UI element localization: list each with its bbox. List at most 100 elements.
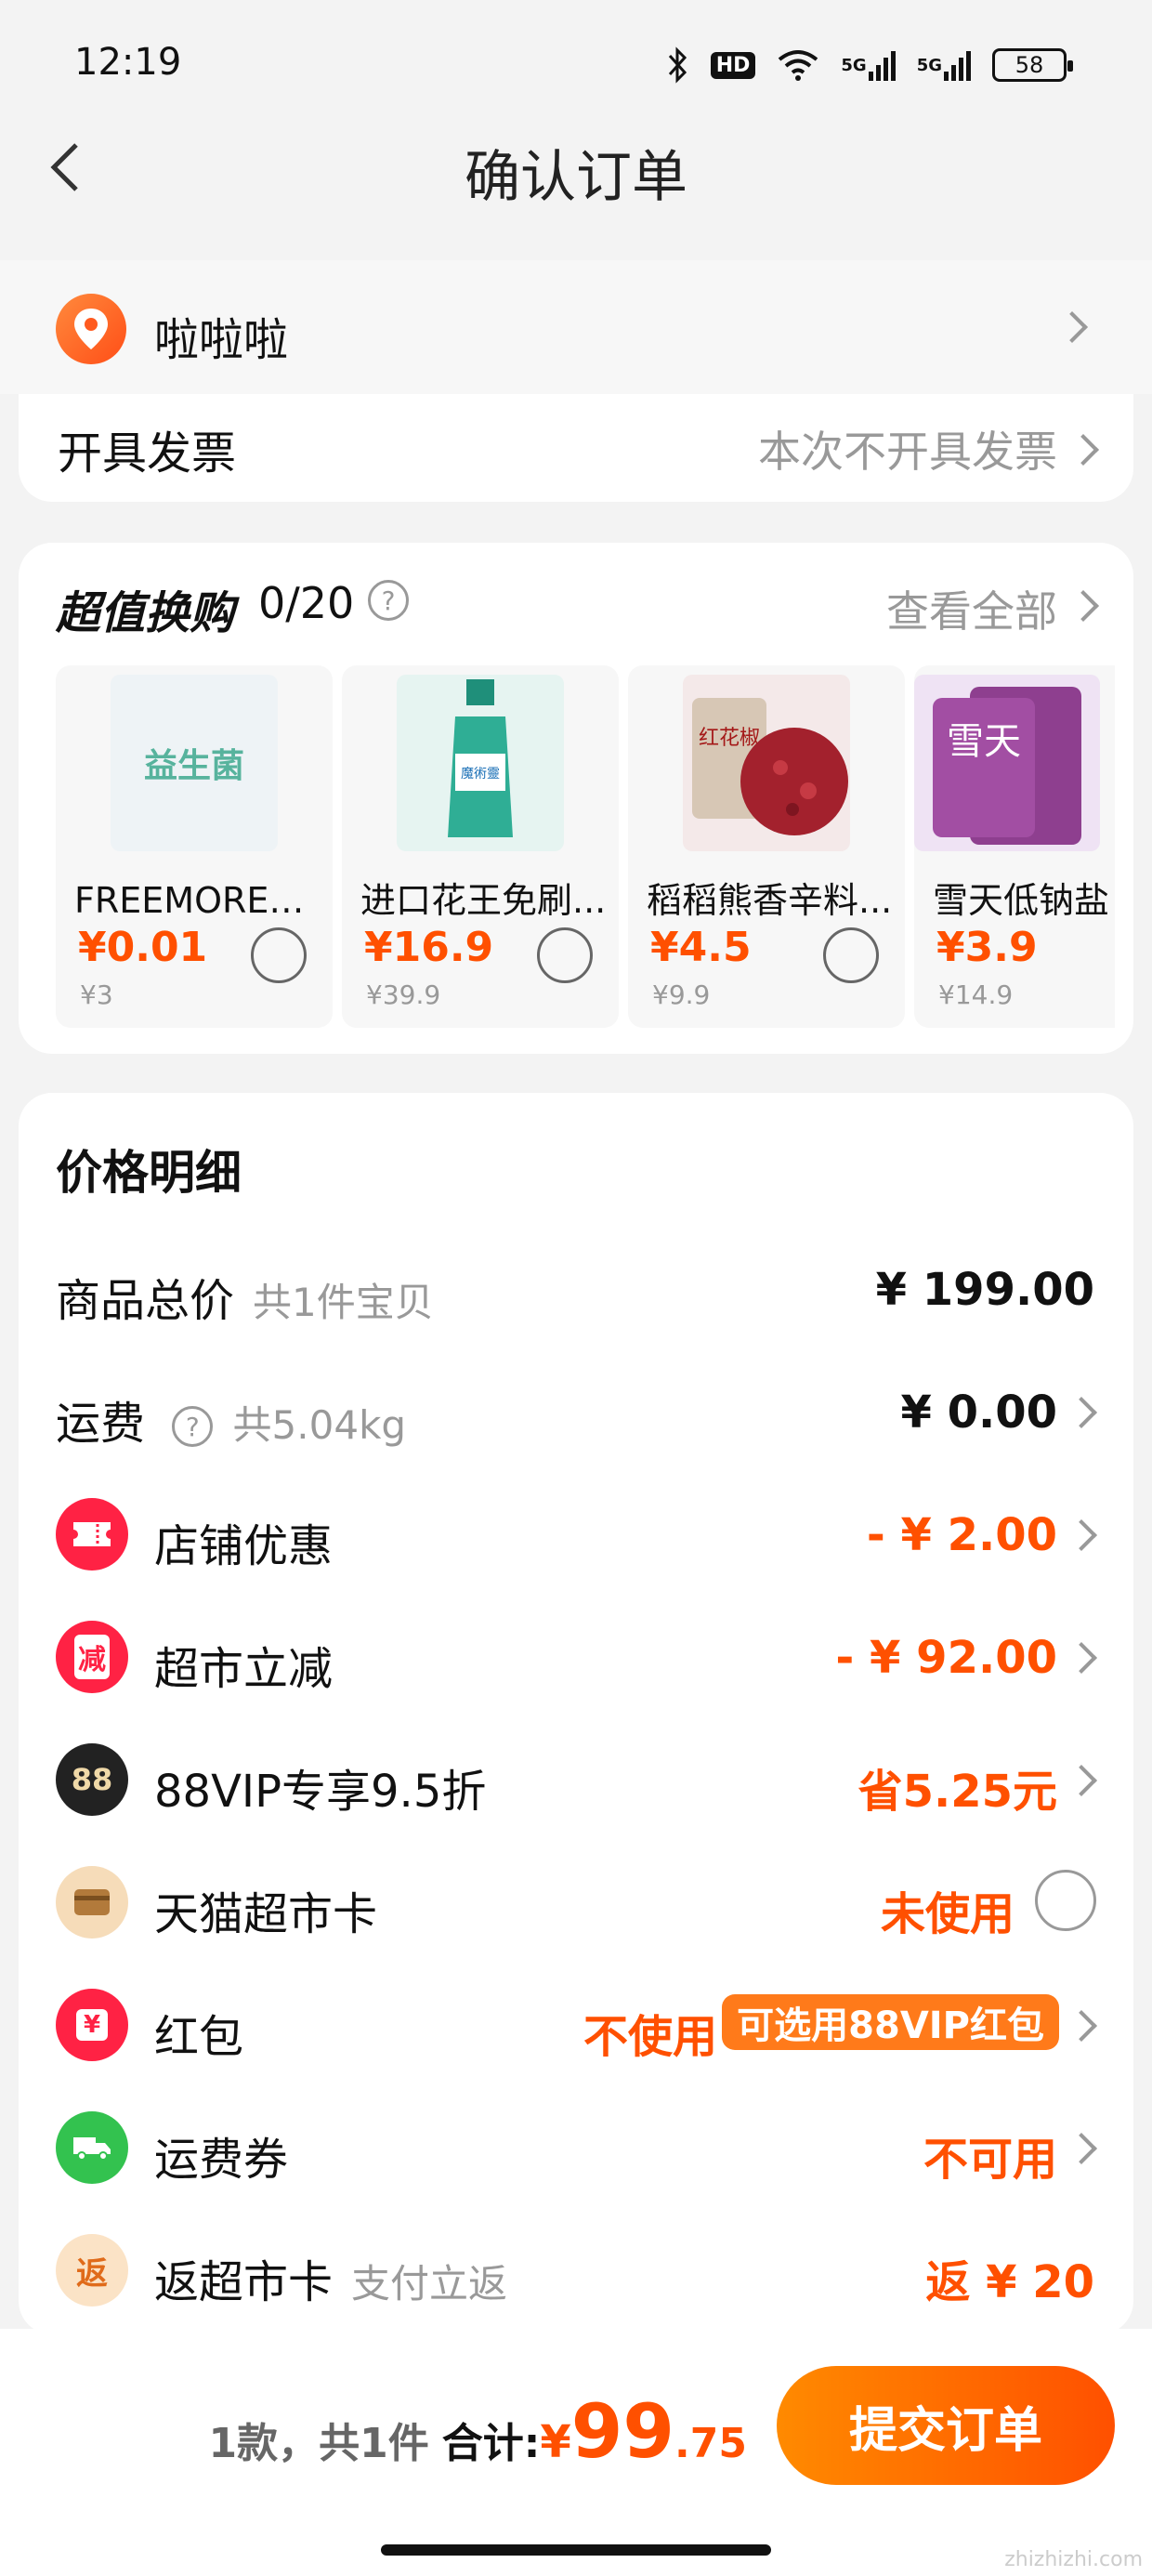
row-freight-coupon[interactable]: 运费券 不可用 [19,2091,1133,2202]
row-value: ¥ 199.00 [875,1264,1094,1316]
location-pin-icon [56,294,126,364]
bargain-section: 超值换购 0/20 ? 查看全部 益生菌 FREEMORE自... ¥0.01 … [19,543,1133,1054]
product-list: 益生菌 FREEMORE自... ¥0.01 ¥3 魔術靈 进口花王免刷... … [56,665,1115,1028]
row-label: 运费券 [154,2134,289,2186]
page-title: 确认订单 [465,145,687,210]
battery-icon: 58 [992,48,1073,82]
market-card-radio[interactable] [1035,1870,1096,1931]
address-row[interactable]: 啦啦啦 [0,260,1152,394]
market-cut-icon: 减 [56,1621,128,1693]
vip-hongbao-badge[interactable]: 可选用88VIP红包 [722,1994,1059,2050]
product-original-price: ¥14.9 [938,979,1014,1010]
row-vip[interactable]: 88 88VIP专享9.5折 省5.25元 [19,1723,1133,1834]
icon-text: ¥ [75,2009,109,2041]
row-label: 返超市卡 支付立返 [154,2245,507,2310]
row-market-cut[interactable]: 减 超市立减 - ¥ 92.00 [19,1600,1133,1712]
signal-icon-2: 5G [917,49,972,81]
icon-text: 返 [76,2254,108,2293]
product-select-radio[interactable] [537,927,593,983]
bargain-title: 超值换购 [56,587,235,639]
product-card[interactable]: 益生菌 FREEMORE自... ¥0.01 ¥3 [56,665,333,1028]
product-name: 进口花王免刷... [360,880,607,921]
product-card[interactable]: 雪天 雪天低钠盐 ¥3.9 ¥14.9 [914,665,1115,1028]
chevron-right-icon [1066,1642,1097,1674]
product-card[interactable]: 红花椒 稻稻熊香辛料... ¥4.5 ¥9.9 [628,665,905,1028]
product-image: 魔術靈 [397,675,564,851]
invoice-row[interactable]: 开具发票 本次不开具发票 [19,394,1133,502]
row-value: ¥ 0.00 [900,1387,1057,1439]
row-item-total: 商品总价 共1件宝贝 ¥ 199.00 [19,1232,1133,1344]
home-indicator[interactable] [381,2544,771,2556]
submit-order-button[interactable]: 提交订单 [777,2366,1115,2485]
vip-88-icon: 88 [56,1743,128,1816]
product-price: ¥0.01 [78,924,208,971]
product-name: FREEMORE自... [74,880,323,921]
row-sub: 支付立返 [351,2261,508,2307]
svg-text:雪天: 雪天 [947,720,1021,763]
signal-1-label: 5G [841,55,867,75]
help-icon[interactable]: ? [172,1406,214,1447]
watermark: zhizhizhi.com [1004,2548,1143,2571]
status-time: 12:19 [74,41,182,84]
product-original-price: ¥3 [80,979,113,1010]
product-name: 雪天低钠盐 [933,880,1110,921]
chevron-right-icon [1067,434,1099,466]
chevron-right-icon [1066,2010,1097,2042]
row-value: - ¥ 2.00 [866,1509,1057,1561]
total-label: 合计: [441,2420,541,2467]
product-image: 红花椒 [683,675,850,851]
row-label-text: 返超市卡 [154,2256,334,2308]
bottle-icon: 魔術靈 [448,679,513,837]
price-detail-title: 价格明细 [56,1146,242,1200]
chevron-right-icon [1066,1397,1097,1428]
row-value: - ¥ 92.00 [835,1632,1057,1684]
row-hongbao[interactable]: ¥ 红包 不使用 可选用88VIP红包 [19,1968,1133,2080]
row-value: 不可用 [923,2134,1057,2186]
product-image: 雪天 [914,675,1100,851]
coupon-icon [56,1498,128,1571]
chevron-right-icon [1067,590,1099,622]
product-price: ¥16.9 [364,924,494,971]
row-label: 88VIP专享9.5折 [154,1766,487,1818]
total-currency: ¥ [540,2416,571,2468]
product-image-text: 益生菌 [143,747,244,785]
card-icon [56,1866,128,1939]
spice-jar-icon: 红花椒 [692,698,848,835]
product-image: 益生菌 [111,675,278,851]
row-label-text: 商品总价 [56,1275,235,1327]
view-all-link[interactable]: 查看全部 [886,578,1057,639]
row-cashback: 返 返超市卡 支付立返 返 ¥ 20 [19,2214,1133,2325]
product-select-radio[interactable] [823,927,879,983]
row-label: 超市立减 [154,1643,334,1695]
row-value: 返 ¥ 20 [925,2256,1094,2308]
salt-bag-icon: 雪天 [933,687,1081,845]
row-value: 不使用 [583,2011,717,2063]
row-store-discount[interactable]: 店铺优惠 - ¥ 2.00 [19,1478,1133,1589]
help-icon[interactable]: ? [368,580,409,621]
product-original-price: ¥39.9 [366,979,441,1010]
invoice-value: 本次不开具发票 [758,427,1057,477]
product-price: ¥4.5 [650,924,752,971]
checkout-bar: 1款，共1件 合计: ¥ 99 .75 提交订单 zhizhizhi.com [0,2329,1152,2576]
total-decimal: .75 [674,2420,747,2467]
hd-icon: HD [710,51,756,79]
row-sub: 共5.04kg [232,1402,407,1448]
nav-bar: 确认订单 [0,112,1152,260]
product-select-radio[interactable] [251,927,307,983]
total-integer: 99 [570,2388,675,2475]
product-price: ¥3.9 [936,924,1038,971]
product-name: 稻稻熊香辛料... [647,880,893,921]
product-card[interactable]: 魔術靈 进口花王免刷... ¥16.9 ¥39.9 [342,665,619,1028]
truck-icon [56,2111,128,2184]
wifi-icon [776,48,820,82]
cashback-icon: 返 [56,2234,128,2307]
row-shipping[interactable]: 运费 ? 共5.04kg ¥ 0.00 [19,1355,1133,1466]
row-value: 省5.25元 [857,1766,1057,1818]
row-sub: 共1件宝贝 [253,1280,434,1325]
row-market-card[interactable]: 天猫超市卡 未使用 [19,1846,1133,1957]
bargain-count: 0/20 [258,578,355,628]
price-detail-section: 价格明细 商品总价 共1件宝贝 ¥ 199.00 运费 ? 共5.04kg ¥ 0… [19,1093,1133,2334]
item-count: 1款，共1件 [208,2420,429,2467]
row-label: 商品总价 共1件宝贝 [56,1264,434,1329]
bluetooth-icon [666,46,690,84]
